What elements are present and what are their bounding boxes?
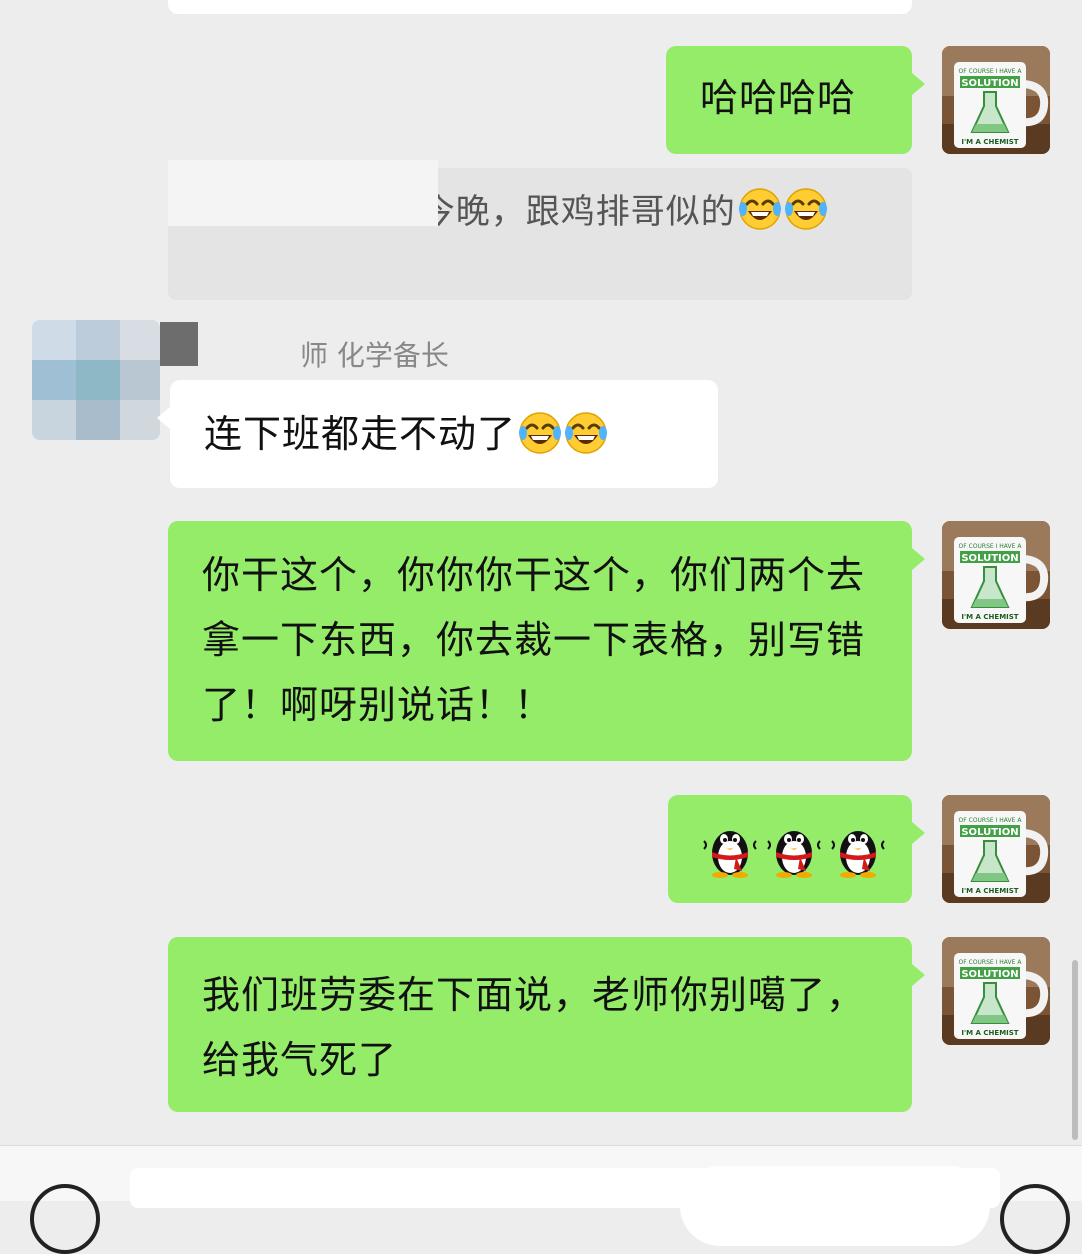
chemist-mug-image (942, 521, 1050, 629)
bubble-tail (157, 407, 170, 429)
my-avatar[interactable] (942, 795, 1050, 903)
qq-penguin-emoji-icon (700, 819, 760, 879)
chemist-mug-image (942, 937, 1050, 1045)
message-text: 我们班劳委在下面说，老师你别噶了，给我气死了 (202, 973, 866, 1082)
plus-icon[interactable] (1000, 1184, 1070, 1254)
input-toolbar (0, 1145, 1082, 1254)
previous-message-bubble[interactable] (168, 0, 912, 14)
message-text: 哈哈哈哈 (700, 76, 857, 120)
sender-name: 师 化学备长 (300, 339, 449, 372)
bubble-tail (912, 822, 925, 844)
bubble-tail (912, 548, 925, 570)
my-avatar[interactable] (942, 521, 1050, 629)
bubble-tail (912, 73, 925, 95)
chat-area: 哈哈哈哈 学备长：忙s了今晚，跟鸡排哥似的 师 化学备长 连下班都走不动了 你干… (0, 0, 1082, 1145)
my-message-bubble[interactable]: 你干这个，你你你干这个，你们两个去拿一下东西，你去裁一下表格，别写错了！啊呀别说… (168, 521, 925, 761)
qq-penguin-emoji-icon (764, 819, 824, 879)
bubble-tail (912, 964, 925, 986)
chemist-mug-image (942, 795, 1050, 903)
my-avatar[interactable] (942, 46, 1050, 154)
laughing-tears-emoji-icon (784, 187, 828, 231)
qq-penguin-emoji-icon (828, 819, 888, 879)
laughing-tears-emoji-icon (564, 411, 608, 455)
my-message-bubble[interactable]: 我们班劳委在下面说，老师你别噶了，给我气死了 (168, 937, 925, 1112)
redaction-mask (160, 322, 198, 366)
my-message-bubble[interactable] (668, 795, 925, 903)
redaction-mask (168, 160, 438, 226)
chemist-mug-image (942, 46, 1050, 154)
voice-icon[interactable] (30, 1184, 100, 1254)
emoji-button[interactable] (680, 1166, 990, 1246)
my-avatar[interactable] (942, 937, 1050, 1045)
scrollbar[interactable] (1072, 960, 1078, 1140)
sender-avatar[interactable] (32, 320, 160, 440)
received-message-bubble[interactable]: 连下班都走不动了 (157, 380, 718, 488)
laughing-tears-emoji-icon (518, 411, 562, 455)
pixelated-avatar-image (32, 320, 160, 440)
laughing-tears-emoji-icon (738, 187, 782, 231)
my-message-bubble[interactable]: 哈哈哈哈 (666, 46, 925, 154)
message-text: 连下班都走不动了 (204, 412, 517, 456)
quoted-message[interactable]: 学备长：忙s了今晚，跟鸡排哥似的 (168, 160, 912, 300)
message-text: 你干这个，你你你干这个，你们两个去拿一下东西，你去裁一下表格，别写错了！啊呀别说… (202, 553, 866, 727)
